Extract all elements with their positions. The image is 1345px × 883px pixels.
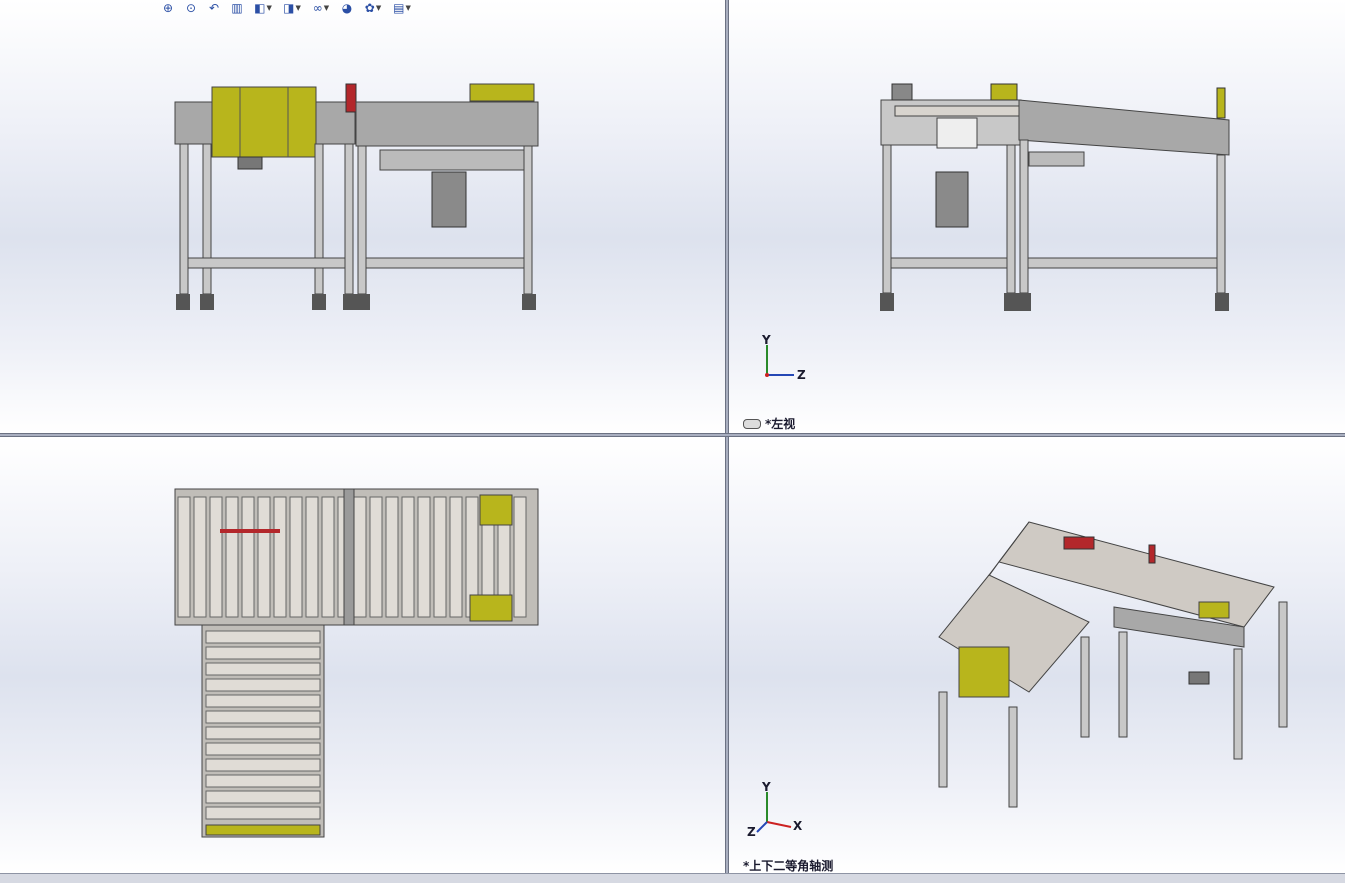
top-view-model xyxy=(174,488,539,838)
top-viewport[interactable] xyxy=(0,437,725,873)
isometric-viewport[interactable]: Y X Z *上下二等角轴测 xyxy=(729,437,1345,873)
isometric-view-model xyxy=(756,521,1288,833)
axis-z-label: Z xyxy=(797,368,806,382)
viewport-splitter-horizontal[interactable] xyxy=(0,433,1345,437)
front-viewport[interactable]: ⊕ ⊙ ↶ ▥ ◧ ▼ ◨ ▼ ∞ ▼ ◕ ✿ ▼ ▤ ▼ xyxy=(0,0,725,433)
left-viewport[interactable]: Y Z *左视 xyxy=(729,0,1345,433)
axis-x-label: X xyxy=(793,819,803,833)
axis-y-label: Y xyxy=(762,333,771,347)
view-orientation-label: *上下二等角轴测 xyxy=(743,859,834,873)
axis-y-label: Y xyxy=(762,780,771,794)
left-view-model xyxy=(765,83,1230,377)
front-view-model xyxy=(174,83,539,310)
view-orientation-label: *左视 xyxy=(765,417,796,431)
link-views-icon[interactable] xyxy=(743,418,761,429)
status-bar xyxy=(0,873,1345,883)
axis-z-label: Z xyxy=(747,825,756,839)
